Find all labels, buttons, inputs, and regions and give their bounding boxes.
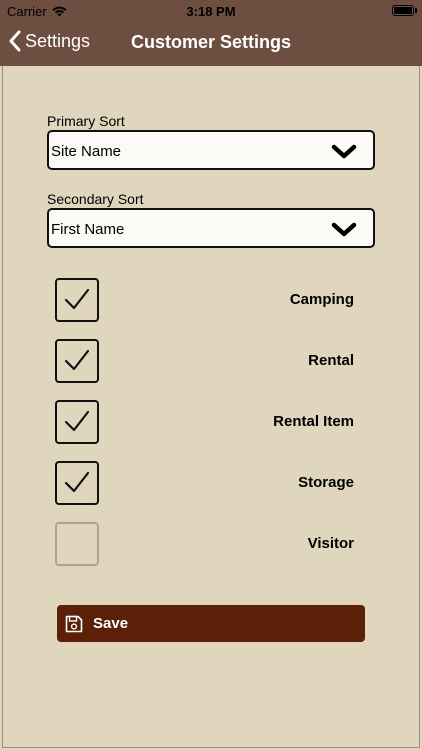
rental-label: Rental	[308, 352, 354, 369]
primary-sort-select[interactable]: Site Name	[47, 130, 375, 170]
battery-level	[394, 7, 412, 14]
floppy-disk-icon	[65, 615, 83, 633]
status-bar: Carrier 3:18 PM	[0, 0, 422, 22]
storage-label: Storage	[298, 474, 354, 491]
battery-cap	[415, 8, 417, 13]
navigation-header: Carrier 3:18 PM Settings Customer Settin…	[0, 0, 422, 66]
chevron-down-icon	[331, 144, 357, 160]
primary-sort-label: Primary Sort	[47, 113, 125, 129]
secondary-sort-select[interactable]: First Name	[47, 208, 375, 248]
visitor-checkbox[interactable]	[55, 522, 99, 566]
save-button-label: Save	[93, 615, 129, 632]
page-title: Customer Settings	[130, 32, 292, 52]
primary-sort-value: Site Name	[51, 143, 122, 160]
secondary-sort-value: First Name	[51, 221, 125, 238]
camping-label: Camping	[289, 291, 354, 308]
checkmark-icon	[57, 280, 97, 320]
rental-item-label: Rental Item	[273, 413, 354, 430]
save-button[interactable]: Save	[57, 605, 365, 642]
rental-checkbox[interactable]	[55, 339, 99, 383]
customer-settings-screen: Carrier 3:18 PM Settings Customer Settin…	[0, 0, 422, 750]
status-time: 3:18 PM	[186, 4, 236, 19]
checkmark-icon	[57, 463, 97, 503]
checkmark-icon	[57, 341, 97, 381]
battery-icon	[392, 5, 414, 16]
rental-item-checkbox[interactable]	[55, 400, 99, 444]
camping-checkbox[interactable]	[55, 278, 99, 322]
storage-checkbox[interactable]	[55, 461, 99, 505]
secondary-sort-label: Secondary Sort	[47, 191, 144, 207]
chevron-down-icon	[331, 222, 357, 238]
checkmark-icon	[57, 402, 97, 442]
visitor-label: Visitor	[307, 535, 354, 552]
